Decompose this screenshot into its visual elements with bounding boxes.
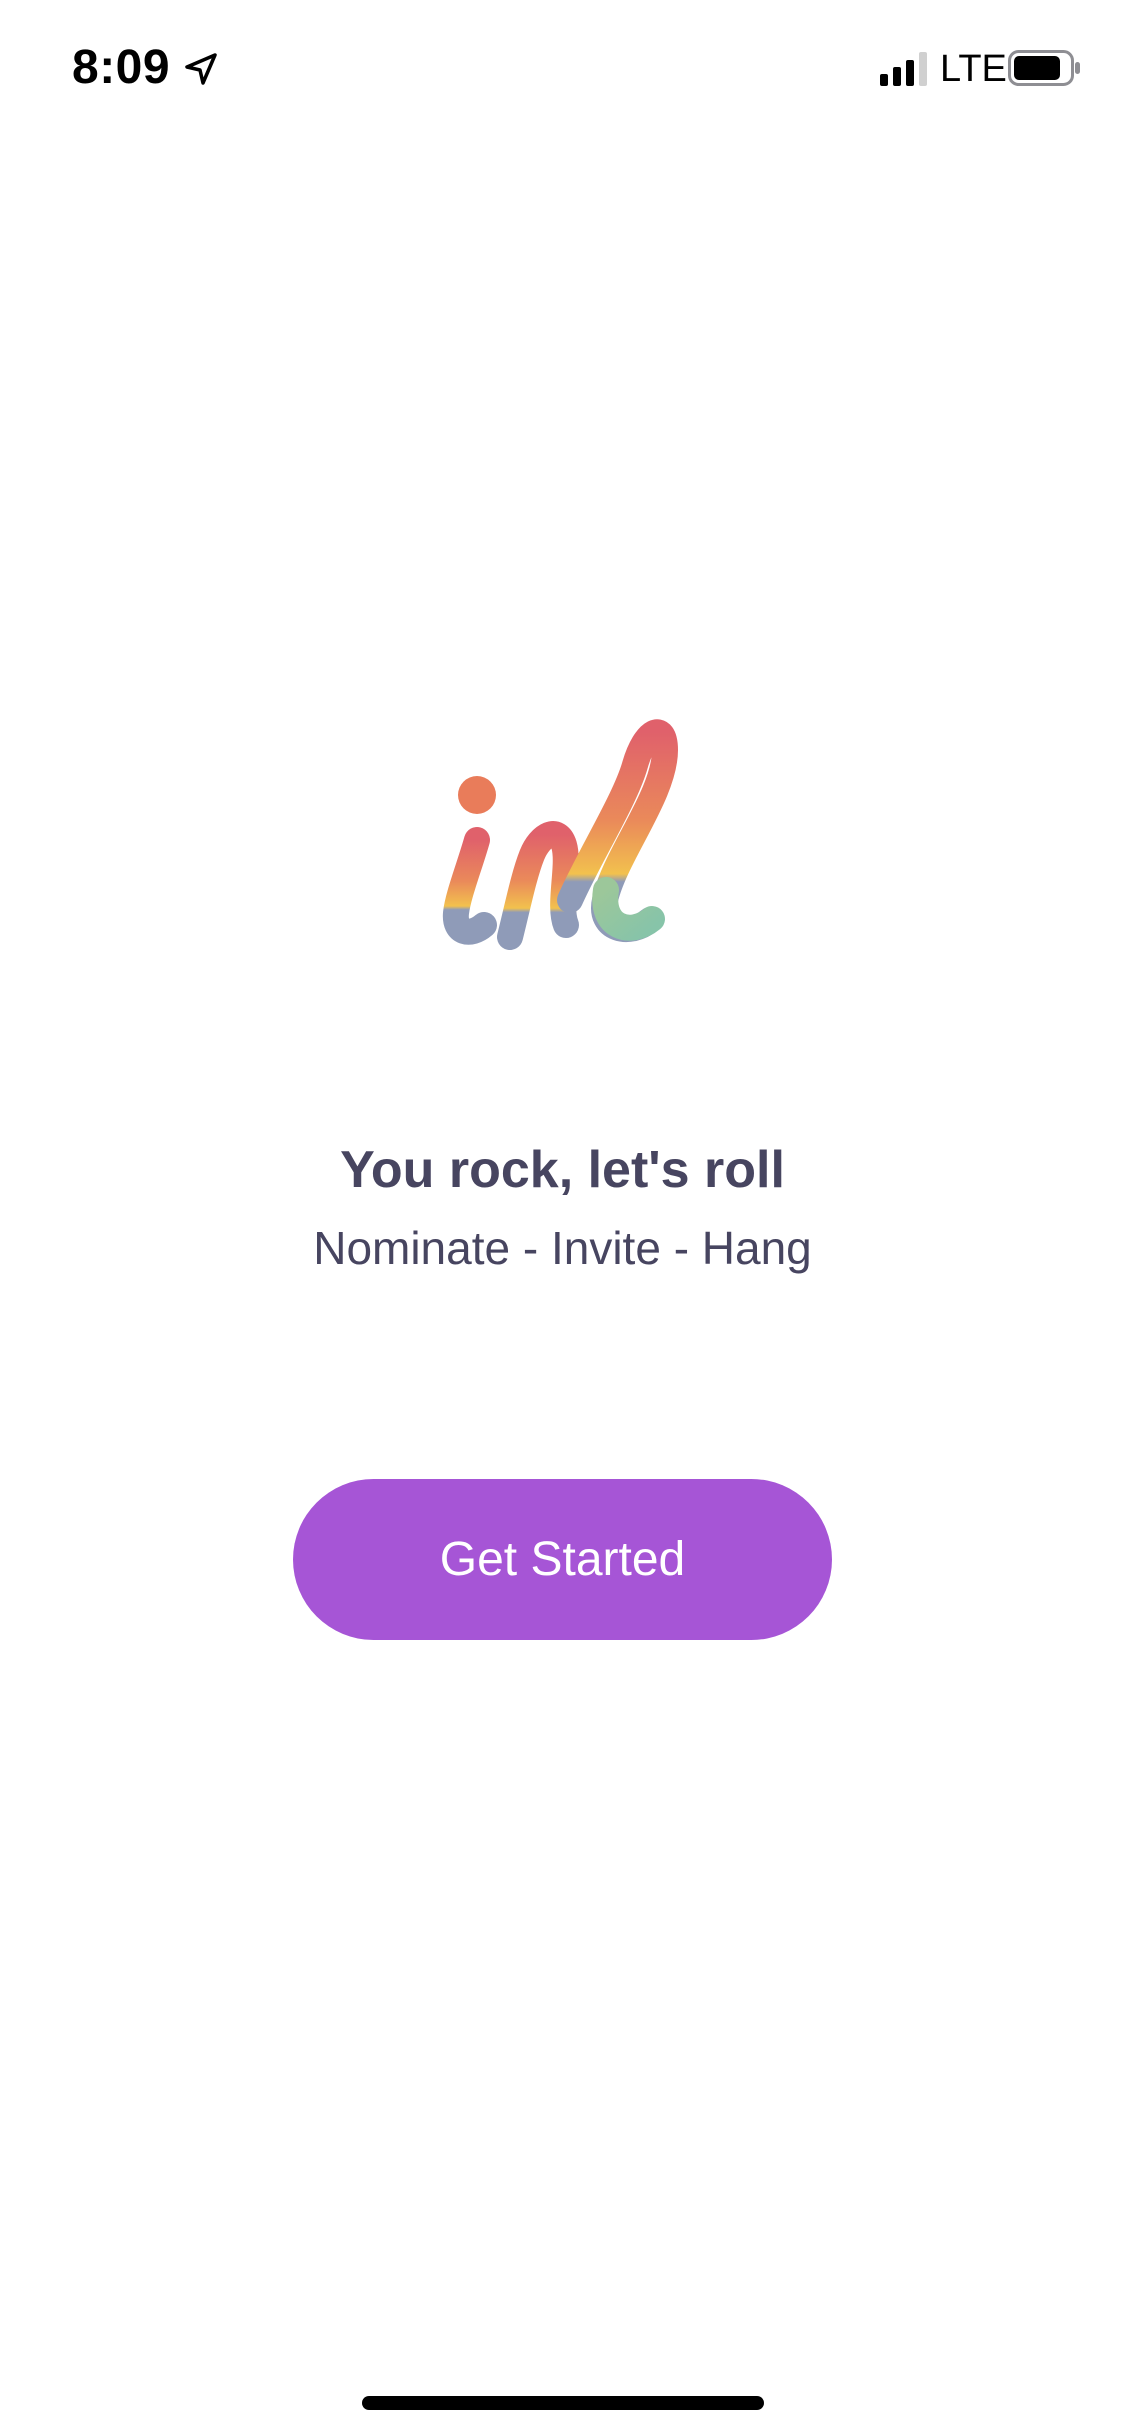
home-indicator[interactable] bbox=[362, 2396, 764, 2410]
cellular-signal-icon bbox=[880, 52, 927, 86]
welcome-headline: You rock, let's roll bbox=[340, 1141, 785, 1199]
location-arrow-icon bbox=[185, 53, 217, 85]
welcome-tagline: Nominate - Invite - Hang bbox=[313, 1222, 812, 1274]
status-bar: 8:09 LTE bbox=[0, 0, 1125, 140]
get-started-button[interactable]: Get Started bbox=[293, 1479, 832, 1640]
welcome-screen: 8:09 LTE You rock, let's roll Nominate -… bbox=[0, 0, 1125, 2436]
status-time: 8:09 bbox=[72, 41, 171, 94]
app-logo bbox=[442, 719, 679, 950]
battery-icon bbox=[1008, 50, 1080, 86]
network-type-label: LTE bbox=[940, 48, 1007, 90]
